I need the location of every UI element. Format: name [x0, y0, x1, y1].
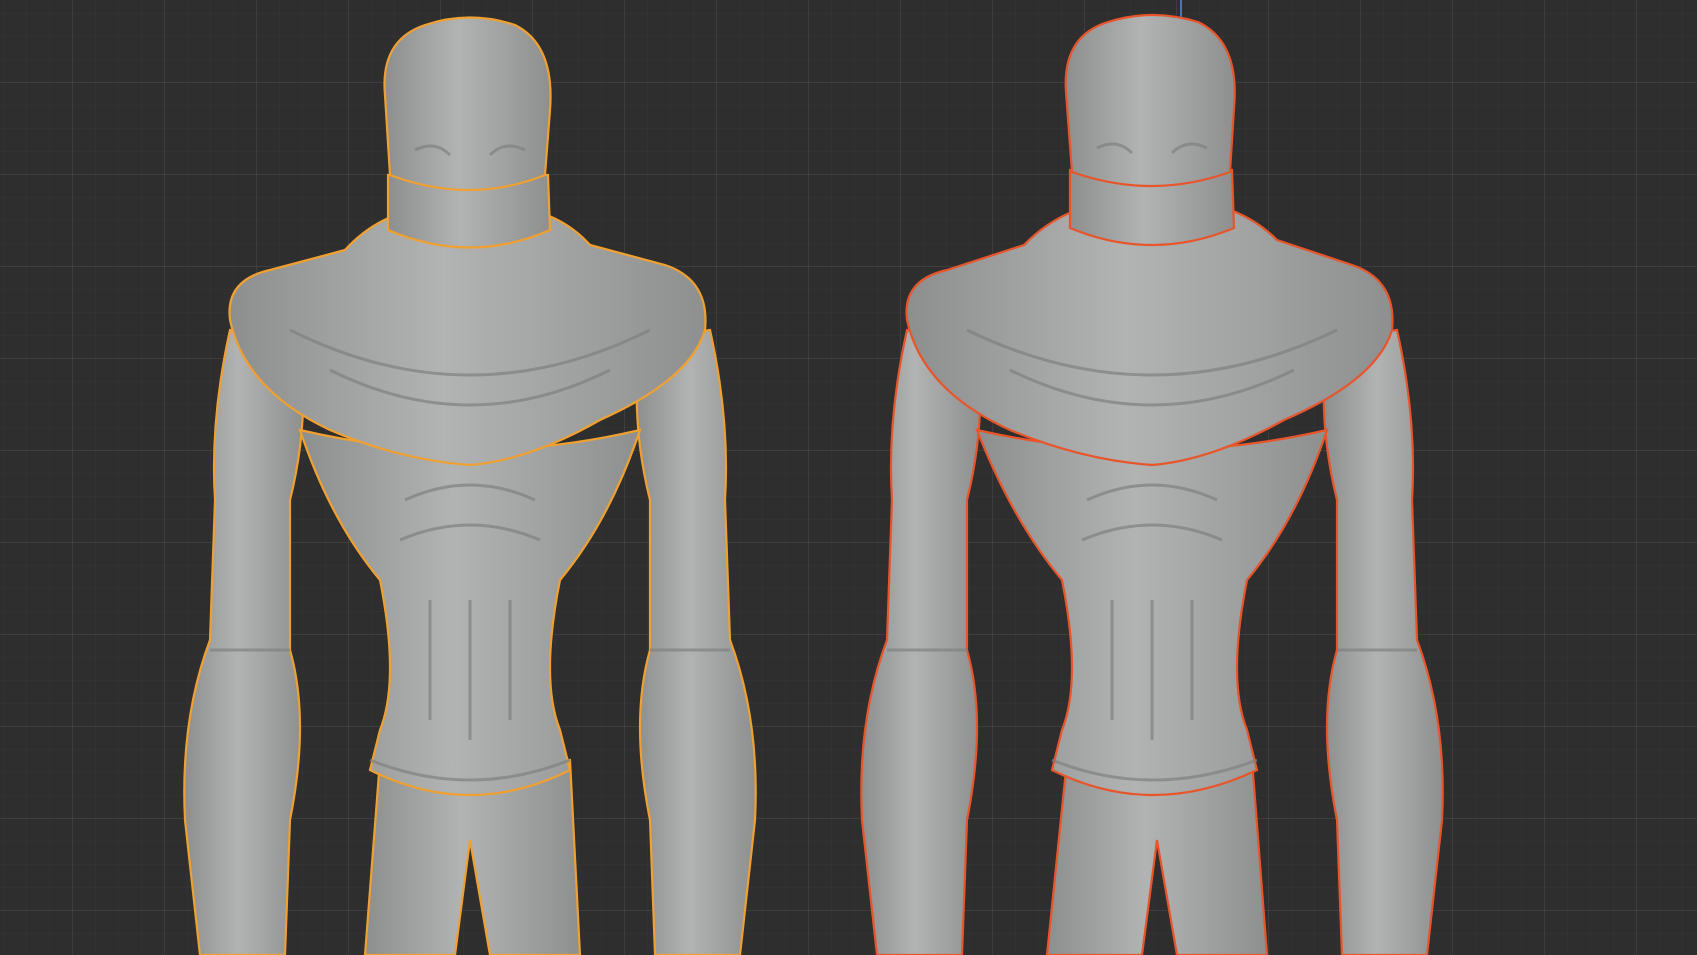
- character-mesh-right: [860, 13, 1444, 955]
- character-model-left[interactable]: [170, 0, 790, 955]
- character-model-right[interactable]: [852, 0, 1472, 955]
- character-mesh-left: [183, 16, 757, 955]
- 3d-viewport[interactable]: [0, 0, 1697, 955]
